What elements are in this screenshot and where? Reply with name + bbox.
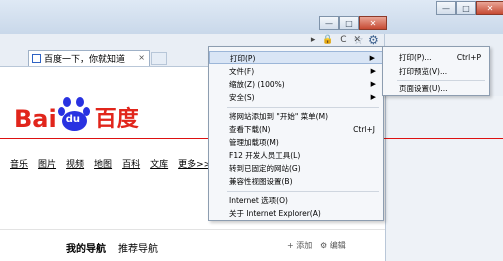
right-panel — [385, 96, 503, 261]
nav-map[interactable]: 地图 — [94, 157, 112, 170]
menu-compat-view[interactable]: 兼容性视图设置(B) — [209, 175, 383, 188]
edit-link[interactable]: ⚙ 编辑 — [320, 240, 346, 251]
tab-my-nav[interactable]: 我的导航 — [66, 240, 106, 261]
browser-window: — □ ✕ — □ ✕ ▸ 🔒 C ✕ ☆ ⚙ 百度一下，你就知道 × Bai … — [0, 0, 503, 261]
logo-du: du — [65, 114, 80, 125]
menu-file[interactable]: 文件(F) ▶ — [209, 65, 383, 78]
nav-video[interactable]: 视频 — [66, 157, 84, 170]
baidu-logo[interactable]: Bai du 百度 — [14, 97, 139, 133]
nav-music[interactable]: 音乐 — [10, 157, 28, 170]
menu-internet-options[interactable]: Internet 选项(O) — [209, 194, 383, 207]
nav-links: 音乐 图片 视频 地图 百科 文库 更多>> — [10, 157, 211, 170]
outer-window-controls: — □ ✕ — [436, 1, 503, 15]
menu-safety[interactable]: 安全(S) ▶ — [209, 91, 383, 104]
nav-wenku[interactable]: 文库 — [150, 157, 168, 170]
outer-minimize-button[interactable]: — — [436, 1, 456, 15]
new-tab-button[interactable] — [151, 52, 167, 65]
submenu-print-preview[interactable]: 打印预览(V)... — [383, 65, 489, 78]
close-button[interactable]: ✕ — [359, 16, 387, 30]
baidu-favicon-icon — [32, 54, 41, 63]
tab-recommend[interactable]: 推荐导航 — [118, 240, 158, 255]
favorites-star-icon[interactable]: ☆ — [353, 33, 364, 47]
maximize-button[interactable]: □ — [339, 16, 359, 30]
nav-more[interactable]: 更多>> — [178, 157, 211, 170]
menu-f12-tools[interactable]: F12 开发人员工具(L) — [209, 149, 383, 162]
paw-icon: du — [57, 97, 94, 133]
submenu-separator — [397, 80, 485, 81]
menu-about-ie[interactable]: 关于 Internet Explorer(A) — [209, 207, 383, 220]
menu-pinned-sites[interactable]: 转到已固定的网站(G) — [209, 162, 383, 175]
tab-close-icon[interactable]: × — [138, 53, 145, 62]
menu-print[interactable]: 打印(P) ▶ — [209, 51, 383, 64]
menu-manage-addons[interactable]: 管理加载项(M) — [209, 136, 383, 149]
menu-view-downloads[interactable]: 查看下载(N) Ctrl+J — [209, 123, 383, 136]
tab-title: 百度一下，你就知道 — [44, 55, 126, 65]
tools-menu: 打印(P) ▶ 文件(F) ▶ 缩放(Z) (100%) ▶ 安全(S) ▶ 将网站添加… — [208, 46, 384, 221]
logo-baidu-cn: 百度 — [94, 107, 139, 132]
outer-close-button[interactable]: ✕ — [476, 1, 503, 15]
nav-images[interactable]: 图片 — [38, 157, 56, 170]
print-submenu: 打印(P)... Ctrl+P 打印预览(V)... 页面设置(U)... — [382, 46, 490, 96]
tab-baidu[interactable]: 百度一下，你就知道 × — [28, 50, 150, 66]
menu-zoom[interactable]: 缩放(Z) (100%) ▶ — [209, 78, 383, 91]
menu-separator — [227, 107, 379, 108]
menu-separator — [227, 191, 379, 192]
gear-icon[interactable]: ⚙ — [368, 33, 379, 47]
menu-add-to-start[interactable]: 将网站添加到 "开始" 菜单(M) — [209, 110, 383, 123]
submenu-page-setup[interactable]: 页面设置(U)... — [383, 82, 489, 95]
add-link[interactable]: + 添加 — [287, 240, 312, 251]
navigation-tabs: 我的导航 推荐导航 + 添加 ⚙ 编辑 — [0, 229, 385, 261]
window-controls: — □ ✕ — [319, 16, 387, 30]
outer-maximize-button[interactable]: □ — [456, 1, 476, 15]
submenu-print[interactable]: 打印(P)... Ctrl+P — [383, 51, 489, 64]
logo-bai: Bai — [14, 105, 57, 133]
title-bar — [0, 0, 503, 34]
nav-baike[interactable]: 百科 — [122, 157, 140, 170]
minimize-button[interactable]: — — [319, 16, 339, 30]
